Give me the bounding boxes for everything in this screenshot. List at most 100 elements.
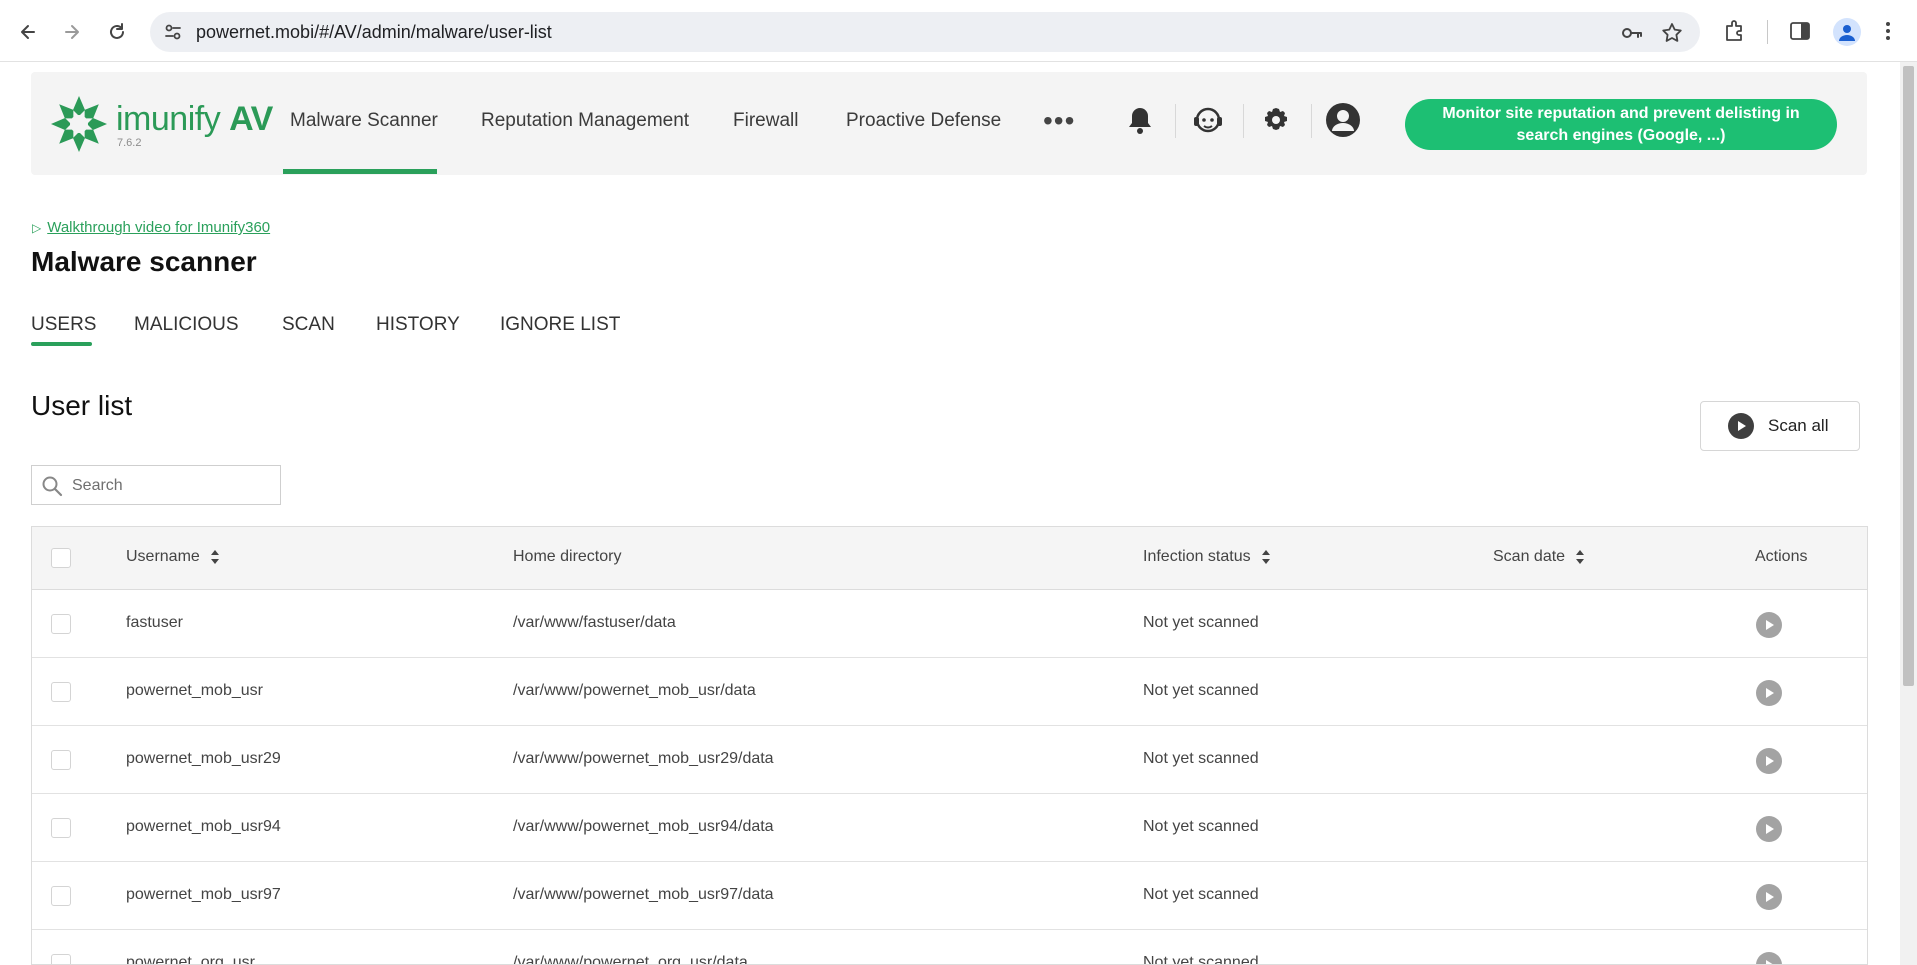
bookmark-star-icon[interactable] xyxy=(1660,21,1684,45)
table-row: powernet_mob_usr94 /var/www/powernet_mob… xyxy=(32,794,1867,862)
table-row: powernet_mob_usr /var/www/powernet_mob_u… xyxy=(32,658,1867,726)
header-separator xyxy=(1243,104,1244,138)
nav-firewall[interactable]: Firewall xyxy=(733,110,798,132)
header-separator xyxy=(1175,104,1176,138)
column-actions-label: Actions xyxy=(1755,548,1808,565)
column-infection-status[interactable]: Infection status xyxy=(1143,548,1271,566)
scan-all-label: Scan all xyxy=(1768,416,1829,435)
reload-icon[interactable] xyxy=(101,16,133,48)
header-separator xyxy=(1311,104,1312,138)
user-account-icon[interactable] xyxy=(1325,102,1361,138)
sort-icon[interactable] xyxy=(1261,549,1271,565)
cell-username: powernet_mob_usr97 xyxy=(126,886,281,903)
search-field[interactable] xyxy=(31,465,281,505)
row-checkbox[interactable] xyxy=(51,750,71,770)
search-icon xyxy=(41,475,63,502)
search-input[interactable] xyxy=(72,474,272,498)
cell-home-directory: /var/www/powernet_mob_usr97/data xyxy=(513,886,774,903)
row-checkbox[interactable] xyxy=(51,954,71,964)
browser-toolbar: powernet.mobi/#/AV/admin/malware/user-li… xyxy=(0,0,1917,62)
nav-active-indicator xyxy=(283,169,437,174)
walkthrough-link-text[interactable]: Walkthrough video for Imunify360 xyxy=(47,219,270,236)
nav-proactive-defense[interactable]: Proactive Defense xyxy=(846,110,1001,132)
row-checkbox[interactable] xyxy=(51,614,71,634)
scan-user-play-icon[interactable] xyxy=(1756,884,1782,910)
tab-ignore-list[interactable]: IGNORE LIST xyxy=(500,314,620,336)
row-checkbox[interactable] xyxy=(51,818,71,838)
tab-active-indicator xyxy=(31,342,92,346)
column-username[interactable]: Username xyxy=(126,548,220,566)
page-scrollbar-thumb[interactable] xyxy=(1903,66,1914,686)
extensions-icon[interactable] xyxy=(1722,18,1750,46)
scan-all-button[interactable]: Scan all xyxy=(1700,401,1860,451)
imunify-logo-icon xyxy=(49,94,109,154)
cell-home-directory: /var/www/powernet_mob_usr29/data xyxy=(513,750,774,767)
more-menu-icon[interactable]: ••• xyxy=(1043,105,1075,137)
table-row: powernet_org_usr /var/www/powernet_org_u… xyxy=(32,930,1867,965)
tab-users[interactable]: USERS xyxy=(31,314,96,336)
page-title: Malware scanner xyxy=(31,246,257,277)
nav-reputation-management[interactable]: Reputation Management xyxy=(481,110,689,132)
row-checkbox[interactable] xyxy=(51,682,71,702)
user-table: Username Home directory Infection status… xyxy=(31,526,1868,965)
cell-home-directory: /var/www/powernet_mob_usr/data xyxy=(513,682,756,699)
sort-icon[interactable] xyxy=(210,549,220,565)
cell-infection-status: Not yet scanned xyxy=(1143,682,1259,699)
play-outline-icon: ▷ xyxy=(32,221,42,235)
walkthrough-video-link[interactable]: ▷ Walkthrough video for Imunify360 xyxy=(32,219,270,236)
side-panel-icon[interactable] xyxy=(1787,18,1815,46)
cell-infection-status: Not yet scanned xyxy=(1143,614,1259,631)
settings-gear-icon[interactable] xyxy=(1258,102,1294,138)
column-status-label: Infection status xyxy=(1143,548,1251,565)
forward-icon[interactable] xyxy=(56,16,88,48)
section-title: User list xyxy=(31,390,133,421)
back-icon[interactable] xyxy=(12,16,44,48)
tab-history[interactable]: HISTORY xyxy=(376,314,460,336)
logo-name: imunify xyxy=(116,100,221,138)
sort-icon[interactable] xyxy=(1575,549,1585,565)
scan-user-play-icon[interactable] xyxy=(1756,748,1782,774)
url-text[interactable]: powernet.mobi/#/AV/admin/malware/user-li… xyxy=(196,22,552,43)
row-checkbox[interactable] xyxy=(51,886,71,906)
cell-infection-status: Not yet scanned xyxy=(1143,886,1259,903)
tab-malicious[interactable]: MALICIOUS xyxy=(134,314,239,336)
app-version: 7.6.2 xyxy=(117,137,142,149)
cell-username: powernet_mob_usr94 xyxy=(126,818,281,835)
scan-user-play-icon[interactable] xyxy=(1756,952,1782,964)
cell-home-directory: /var/www/fastuser/data xyxy=(513,614,676,631)
password-key-icon[interactable] xyxy=(1620,21,1644,45)
cell-infection-status: Not yet scanned xyxy=(1143,750,1259,767)
scan-user-play-icon[interactable] xyxy=(1756,680,1782,706)
scan-user-play-icon[interactable] xyxy=(1756,816,1782,842)
logo-wordmark: imunify AV xyxy=(116,100,273,139)
cell-username: fastuser xyxy=(126,614,183,631)
nav-malware-scanner[interactable]: Malware Scanner xyxy=(290,110,438,132)
column-home-directory: Home directory xyxy=(513,548,621,566)
column-username-label: Username xyxy=(126,548,200,565)
column-actions: Actions xyxy=(1755,548,1807,566)
table-row: powernet_mob_usr29 /var/www/powernet_mob… xyxy=(32,726,1867,794)
profile-avatar-icon[interactable] xyxy=(1833,18,1861,46)
column-date-label: Scan date xyxy=(1493,548,1566,565)
cell-home-directory: /var/www/powernet_org_usr/data xyxy=(513,954,748,965)
play-icon xyxy=(1728,413,1754,439)
site-settings-icon[interactable] xyxy=(162,21,184,43)
column-scan-date[interactable]: Scan date xyxy=(1493,548,1585,566)
table-row: fastuser /var/www/fastuser/data Not yet … xyxy=(32,590,1867,658)
cell-infection-status: Not yet scanned xyxy=(1143,954,1259,965)
table-header: Username Home directory Infection status… xyxy=(32,527,1867,590)
scan-user-play-icon[interactable] xyxy=(1756,612,1782,638)
logo-suffix: AV xyxy=(229,100,273,138)
toolbar-divider xyxy=(1767,20,1768,44)
support-agent-icon[interactable] xyxy=(1190,102,1226,138)
notifications-bell-icon[interactable] xyxy=(1122,102,1158,138)
app-header: imunify AV 7.6.2 Malware Scanner Reputat… xyxy=(31,72,1867,175)
tab-scan[interactable]: SCAN xyxy=(282,314,335,336)
column-home-label: Home directory xyxy=(513,548,622,565)
address-bar[interactable]: powernet.mobi/#/AV/admin/malware/user-li… xyxy=(150,12,1700,52)
browser-menu-icon[interactable] xyxy=(1880,18,1896,46)
reputation-promo-button[interactable]: Monitor site reputation and prevent deli… xyxy=(1405,99,1837,150)
select-all-checkbox[interactable] xyxy=(51,548,71,568)
cell-home-directory: /var/www/powernet_mob_usr94/data xyxy=(513,818,774,835)
cell-username: powernet_org_usr xyxy=(126,954,255,965)
